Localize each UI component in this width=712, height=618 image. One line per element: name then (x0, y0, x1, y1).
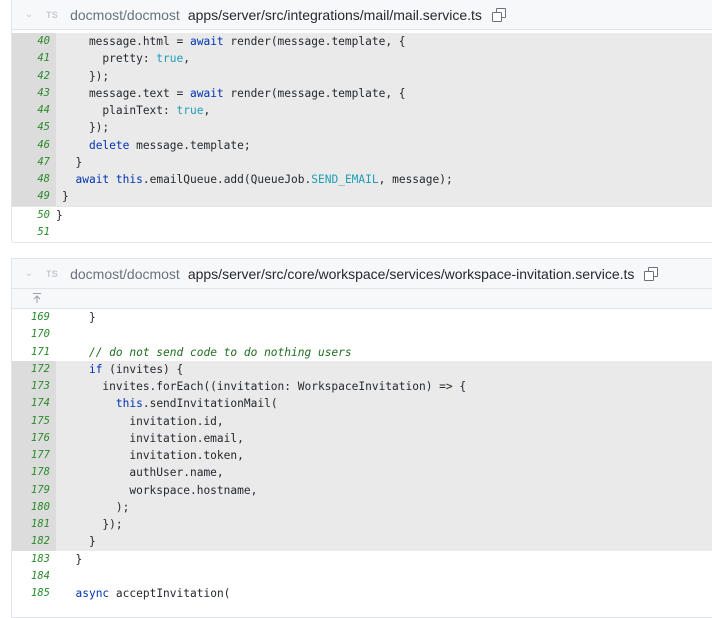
code-lines: 169 } 170 171 // do not send code to do … (12, 309, 712, 602)
chevron-down-icon[interactable]: ⌄ (24, 9, 34, 20)
code-line: 47 } (12, 153, 712, 171)
code-line: 183 } (31, 552, 83, 566)
copy-icon[interactable] (644, 266, 659, 281)
code-line: 178 authUser.name, (12, 464, 712, 482)
code-line: 42 }); (12, 67, 712, 85)
code-snippet-mail-service: ⌄ TS docmost/docmost apps/server/src/int… (11, 0, 712, 243)
code-line: 51 (37, 225, 50, 238)
code-line: 44 plainText: true, (12, 102, 712, 120)
code-line: 40 message.html = await render(message.t… (12, 33, 712, 51)
chevron-down-icon[interactable]: ⌄ (24, 268, 34, 279)
code-line: 45 }); (12, 119, 712, 137)
code-line: 41 pretty: true, (12, 50, 712, 68)
code-line: 175 invitation.id, (12, 412, 712, 430)
code-line: 171 // do not send code to do nothing us… (31, 345, 352, 359)
code-line: 181 }); (12, 516, 712, 534)
repo-link[interactable]: docmost/docmost (70, 7, 180, 23)
expand-up-button[interactable] (12, 289, 712, 309)
code-line: 169 } (31, 311, 96, 324)
code-line: 50} (12, 205, 712, 224)
code-line: 172 if (invites) { (12, 360, 712, 378)
code-snippet-workspace-invitation: ⌄ TS docmost/docmost apps/server/src/cor… (11, 258, 712, 618)
code-line: 177 invitation.token, (12, 447, 712, 465)
repo-link[interactable]: docmost/docmost (70, 266, 180, 282)
code-line: 180 ); (12, 498, 712, 516)
typescript-icon: TS (46, 9, 59, 20)
code-line: 173 invites.forEach((invitation: Workspa… (12, 378, 712, 396)
code-line: 46 delete message.template; (12, 136, 712, 154)
snippet-header: ⌄ TS docmost/docmost apps/server/src/cor… (12, 259, 712, 289)
code-line: 43 message.text = await render(message.t… (12, 84, 712, 102)
copy-icon[interactable] (491, 7, 506, 22)
code-line: 176 invitation.email, (12, 429, 712, 447)
file-path-link[interactable]: apps/server/src/core/workspace/services/… (188, 266, 635, 282)
snippet-header: ⌄ TS docmost/docmost apps/server/src/int… (12, 0, 712, 30)
code-line: 48 await this.emailQueue.add(QueueJob.SE… (12, 171, 712, 189)
code-line: 184 (31, 569, 50, 582)
code-line: 185 async acceptInvitation( (31, 587, 231, 600)
expand-up-icon (33, 293, 41, 303)
code-line: 174 this.sendInvitationMail( (12, 395, 712, 413)
code-lines: 40 message.html = await render(message.t… (12, 30, 712, 241)
file-path-link[interactable]: apps/server/src/integrations/mail/mail.s… (188, 7, 482, 23)
code-line: 179 workspace.hostname, (12, 481, 712, 499)
code-line: 170 (31, 328, 50, 341)
code-line: 182 } (12, 533, 712, 551)
typescript-icon: TS (46, 268, 59, 279)
code-line: 49} (12, 188, 712, 206)
